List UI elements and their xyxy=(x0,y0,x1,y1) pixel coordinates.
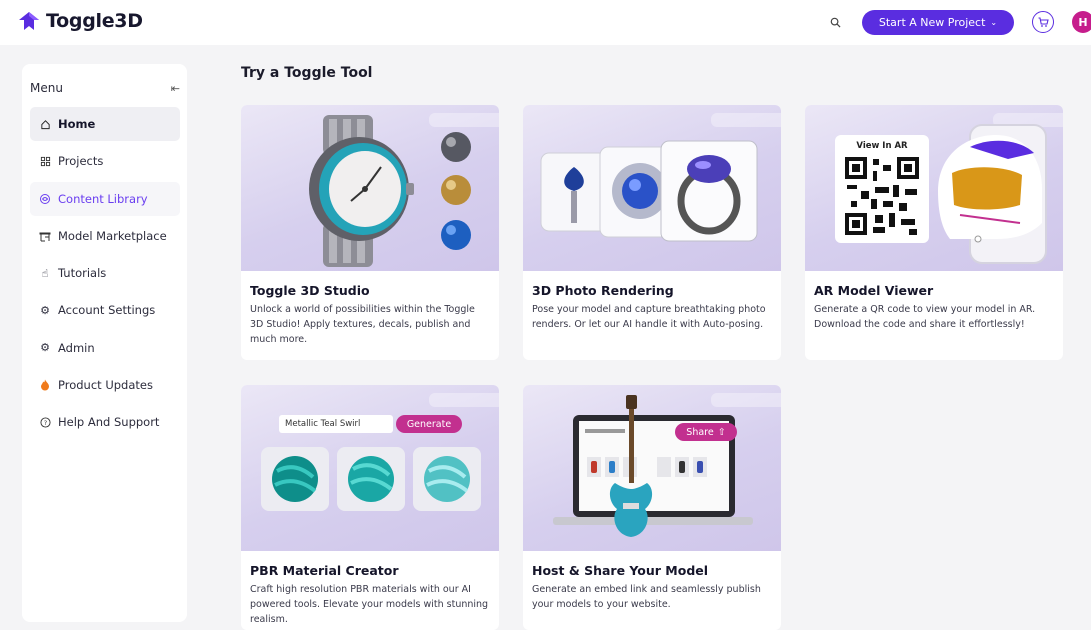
sidebar-item-model-marketplace[interactable]: Model Marketplace xyxy=(30,219,180,253)
tool-card-host-and-share[interactable]: Share ⇧ Host & Share Your Model Generate… xyxy=(523,385,781,630)
svg-text:?: ? xyxy=(43,419,46,427)
avatar-initial: H xyxy=(1078,15,1088,29)
cart-icon xyxy=(1038,17,1049,27)
hand-icon: ☝ xyxy=(41,266,49,280)
sidebar-item-label: Admin xyxy=(58,340,95,355)
sidebar-item-label: Account Settings xyxy=(58,303,156,318)
card-description: Generate a QR code to view your model in… xyxy=(814,304,1036,330)
sidebar: Menu ⇤ Home Projects Content Library Mod… xyxy=(22,64,187,622)
card-body: AR Model Viewer Generate a QR code to vi… xyxy=(805,271,1063,342)
user-avatar[interactable]: H xyxy=(1072,11,1091,33)
start-new-project-button[interactable]: Start A New Project ⌄ xyxy=(862,10,1014,35)
sidebar-item-label: Tutorials xyxy=(58,266,107,281)
card-title: 3D Photo Rendering xyxy=(532,283,674,298)
menu-title: Menu xyxy=(30,81,63,95)
cart-button[interactable] xyxy=(1032,11,1054,33)
card-image xyxy=(241,105,499,271)
material-swatches xyxy=(261,447,481,511)
decor-strip xyxy=(711,113,781,127)
sidebar-nav: Home Projects Content Library Model Mark… xyxy=(30,107,180,443)
laptop-guitar-illustration xyxy=(553,395,753,537)
sidebar-item-label: Home xyxy=(58,117,96,131)
card-body: Toggle 3D Studio Unlock a world of possi… xyxy=(241,271,499,357)
card-body: Host & Share Your Model Generate an embe… xyxy=(523,551,781,622)
share-label: Share xyxy=(686,426,714,438)
gear-icon: ⚙ xyxy=(40,341,50,355)
sidebar-item-label: Projects xyxy=(58,154,104,169)
card-body: PBR Material Creator Craft high resoluti… xyxy=(241,551,499,630)
card-image: Metallic Teal Swirl Generate xyxy=(241,385,499,551)
card-body: 3D Photo Rendering Pose your model and c… xyxy=(523,271,781,342)
brand-name: Toggle3D xyxy=(46,10,143,32)
sidebar-item-label: Help And Support xyxy=(58,415,160,430)
decor-strip xyxy=(429,113,499,127)
helmet-phone-illustration xyxy=(938,124,1047,264)
qr-code-panel: View In AR xyxy=(835,135,929,243)
decor-strip xyxy=(711,393,781,407)
collapse-sidebar-icon[interactable]: ⇤ xyxy=(171,82,180,95)
chevron-down-icon: ⌄ xyxy=(990,18,998,27)
search-icon xyxy=(830,17,841,28)
gear-icon: ⚙ xyxy=(40,303,50,317)
card-title: Host & Share Your Model xyxy=(532,563,709,578)
card-description: Generate an embed link and seamlessly pu… xyxy=(532,584,761,610)
card-image: Share ⇧ xyxy=(523,385,781,551)
tool-card-3d-photo-rendering[interactable]: 3D Photo Rendering Pose your model and c… xyxy=(523,105,781,360)
card-description: Craft high resolution PBR materials with… xyxy=(250,584,489,625)
share-button: Share ⇧ xyxy=(675,423,737,441)
help-icon: ? xyxy=(38,417,52,428)
flame-icon xyxy=(38,379,52,391)
qr-label: View In AR xyxy=(856,141,908,151)
store-icon xyxy=(38,230,52,242)
card-description: Unlock a world of possibilities within t… xyxy=(250,304,475,345)
home-icon xyxy=(38,119,52,130)
generate-button: Generate xyxy=(396,415,462,433)
search-button[interactable] xyxy=(825,12,845,32)
tool-card-toggle-3d-studio[interactable]: Toggle 3D Studio Unlock a world of possi… xyxy=(241,105,499,360)
sidebar-item-content-library[interactable]: Content Library xyxy=(30,181,180,216)
card-title: PBR Material Creator xyxy=(250,563,399,578)
top-header: Toggle3D Start A New Project ⌄ H xyxy=(0,0,1091,45)
ring-renders-illustration xyxy=(540,140,758,242)
card-title: Toggle 3D Studio xyxy=(250,283,370,298)
sidebar-item-product-updates[interactable]: Product Updates xyxy=(30,368,180,402)
sidebar-item-label: Product Updates xyxy=(58,378,153,393)
sidebar-item-projects[interactable]: Projects xyxy=(30,144,180,178)
share-icon: ⇧ xyxy=(717,426,726,438)
library-icon xyxy=(38,193,52,205)
brand-logo[interactable]: Toggle3D xyxy=(18,10,143,32)
grid-icon xyxy=(38,156,52,167)
sidebar-item-help-and-support[interactable]: ? Help And Support xyxy=(30,405,180,439)
decor-strip xyxy=(429,393,499,407)
sidebar-item-home[interactable]: Home xyxy=(30,107,180,141)
card-image xyxy=(523,105,781,271)
watch-illustration xyxy=(309,115,471,267)
sidebar-item-account-settings[interactable]: ⚙ Account Settings xyxy=(30,293,180,327)
sidebar-item-tutorials[interactable]: ☝ Tutorials xyxy=(30,256,180,290)
section-title: Try a Toggle Tool xyxy=(241,65,373,81)
sidebar-header: Menu ⇤ xyxy=(30,76,180,100)
sidebar-item-label: Content Library xyxy=(58,191,148,206)
material-prompt-input: Metallic Teal Swirl xyxy=(279,415,393,433)
card-description: Pose your model and capture breathtaking… xyxy=(532,304,766,330)
toggle3d-logo-icon xyxy=(19,12,39,30)
sidebar-item-label: Model Marketplace xyxy=(58,228,167,243)
start-new-project-label: Start A New Project xyxy=(878,16,986,29)
tool-card-ar-model-viewer[interactable]: View In AR AR Model Viewer Generate a QR… xyxy=(805,105,1063,360)
tool-card-pbr-material-creator[interactable]: Metallic Teal Swirl Generate PBR Materia… xyxy=(241,385,499,630)
qr-code-icon xyxy=(845,157,919,235)
sidebar-item-admin[interactable]: ⚙ Admin xyxy=(30,331,180,365)
card-title: AR Model Viewer xyxy=(814,283,934,298)
card-image: View In AR xyxy=(805,105,1063,271)
